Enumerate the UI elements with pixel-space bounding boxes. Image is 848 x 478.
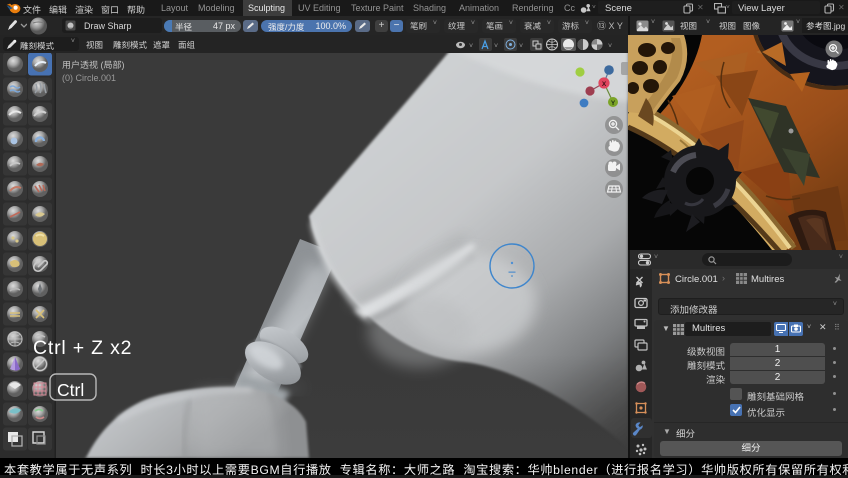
svg-text:X: X bbox=[602, 81, 607, 88]
svg-text:Y: Y bbox=[611, 100, 616, 107]
svg-text:用户透视 (局部): 用户透视 (局部) bbox=[62, 60, 125, 70]
svg-text:˅: ˅ bbox=[494, 43, 498, 50]
svg-text:˅: ˅ bbox=[608, 43, 612, 50]
svg-text:˅: ˅ bbox=[519, 43, 523, 50]
svg-text:(0) Circle.001: (0) Circle.001 bbox=[62, 73, 116, 83]
svg-text:˅: ˅ bbox=[469, 43, 473, 50]
